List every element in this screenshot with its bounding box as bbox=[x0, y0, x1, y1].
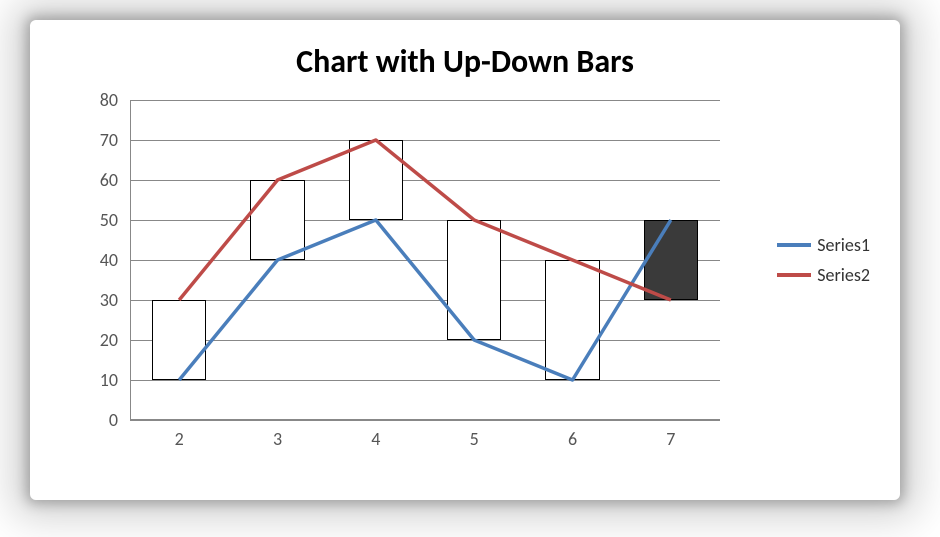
x-tick-label: 7 bbox=[641, 428, 701, 450]
line-series-1 bbox=[179, 220, 671, 380]
y-tick-label: 80 bbox=[78, 89, 118, 111]
x-tick-label: 5 bbox=[444, 428, 504, 450]
chart-title: Chart with Up-Down Bars bbox=[30, 42, 900, 81]
x-tick-label: 3 bbox=[248, 428, 308, 450]
y-tick-label: 30 bbox=[78, 289, 118, 311]
legend-swatch-series2 bbox=[777, 273, 811, 277]
x-tick-label: 4 bbox=[346, 428, 406, 450]
legend-swatch-series1 bbox=[777, 243, 811, 247]
plot-area: 01020304050607080234567 bbox=[130, 100, 720, 420]
chart-card: Chart with Up-Down Bars 0102030405060708… bbox=[30, 20, 900, 500]
x-tick-label: 6 bbox=[543, 428, 603, 450]
line-layer bbox=[130, 100, 720, 420]
legend-label-series1: Series1 bbox=[817, 234, 870, 256]
line-series-2 bbox=[179, 140, 671, 300]
x-tick-label: 2 bbox=[149, 428, 209, 450]
y-tick-label: 10 bbox=[78, 369, 118, 391]
legend-label-series2: Series2 bbox=[817, 264, 870, 286]
y-tick-label: 50 bbox=[78, 209, 118, 231]
gridline bbox=[130, 420, 720, 421]
y-tick-label: 60 bbox=[78, 169, 118, 191]
y-tick-label: 0 bbox=[78, 409, 118, 431]
y-tick-label: 20 bbox=[78, 329, 118, 351]
legend-item-series2: Series2 bbox=[777, 264, 870, 286]
y-tick-label: 70 bbox=[78, 129, 118, 151]
legend: Series1 Series2 bbox=[777, 226, 870, 294]
y-tick-label: 40 bbox=[78, 249, 118, 271]
legend-item-series1: Series1 bbox=[777, 234, 870, 256]
